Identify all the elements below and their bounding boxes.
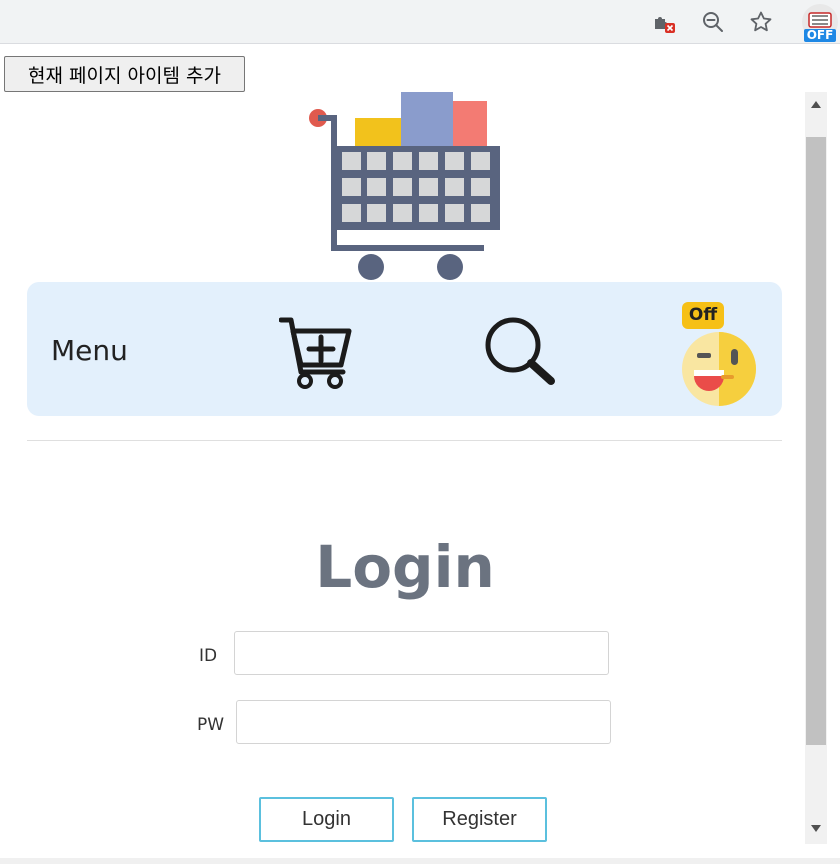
scrollbar-thumb[interactable] xyxy=(806,137,826,745)
extension-off-button[interactable]: OFF xyxy=(800,3,840,43)
zoom-out-icon[interactable] xyxy=(701,10,725,34)
menu-bar: Menu Off xyxy=(27,282,782,416)
bookmark-star-icon[interactable] xyxy=(749,10,773,34)
wink-face-toggle-icon[interactable] xyxy=(680,330,758,408)
browser-toolbar: OFF xyxy=(0,0,840,44)
pw-label: PW xyxy=(197,715,225,735)
menu-label: Menu xyxy=(51,334,128,367)
divider xyxy=(27,440,782,441)
shopping-cart-logo xyxy=(309,92,500,280)
page-scrollbar[interactable] xyxy=(805,92,827,844)
login-button[interactable]: Login xyxy=(259,797,394,842)
add-current-page-item-button[interactable]: 현재 페이지 아이템 추가 xyxy=(4,56,245,92)
scroll-up-arrow-icon[interactable] xyxy=(810,100,822,110)
id-input[interactable] xyxy=(234,631,609,675)
id-label: ID xyxy=(199,646,218,666)
scroll-down-arrow-icon[interactable] xyxy=(810,823,822,833)
register-button[interactable]: Register xyxy=(412,797,547,842)
login-title: Login xyxy=(315,533,495,601)
off-status-badge: Off xyxy=(682,302,724,329)
search-icon[interactable] xyxy=(483,315,557,389)
extensions-blocked-icon[interactable] xyxy=(652,10,676,34)
extension-off-label: OFF xyxy=(806,28,834,42)
add-to-cart-icon[interactable] xyxy=(279,315,353,389)
pw-input[interactable] xyxy=(236,700,611,744)
window-bottom-edge xyxy=(0,858,840,864)
